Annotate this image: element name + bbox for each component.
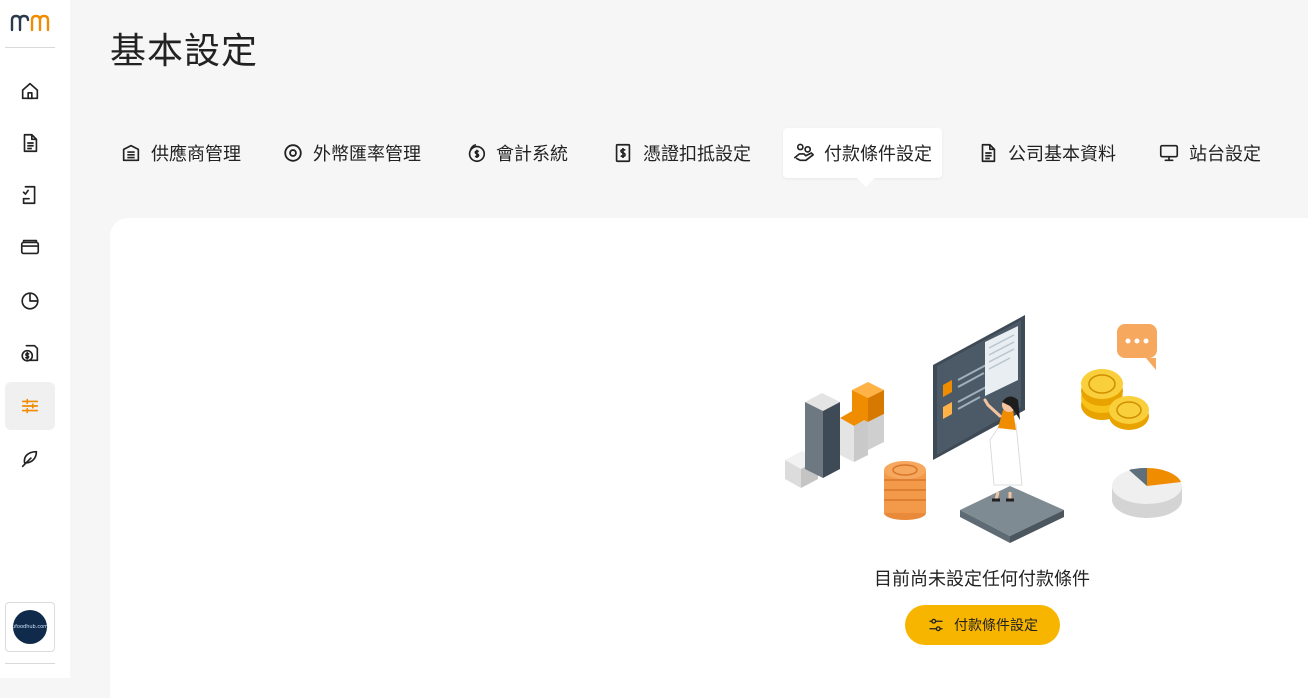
user-avatar-button[interactable]: ufoodhub.com bbox=[5, 602, 55, 652]
home-icon bbox=[21, 82, 39, 100]
tab-label: 外幣匯率管理 bbox=[313, 144, 421, 165]
tab-label: 公司基本資料 bbox=[1008, 144, 1116, 165]
leaf-icon bbox=[21, 450, 38, 468]
sliders-icon bbox=[929, 618, 943, 632]
sidebar-item-reports[interactable] bbox=[5, 277, 55, 325]
empty-state-message: 目前尚未設定任何付款條件 bbox=[874, 569, 1090, 590]
sidebar-divider bbox=[5, 47, 55, 48]
sidebar-item-home[interactable] bbox=[5, 67, 55, 115]
pie-chart-icon bbox=[21, 292, 39, 310]
bank-icon bbox=[122, 144, 140, 162]
dollar-document-icon bbox=[21, 344, 39, 362]
wallet-icon bbox=[20, 239, 40, 255]
tab-accounting-system[interactable]: 會計系統 bbox=[465, 128, 568, 178]
sidebar: ufoodhub.com bbox=[0, 0, 70, 678]
sidebar-item-payments[interactable] bbox=[5, 329, 55, 377]
file-icon bbox=[981, 143, 996, 163]
tab-label: 站台設定 bbox=[1189, 144, 1261, 165]
target-icon bbox=[284, 144, 302, 162]
tab-label: 供應商管理 bbox=[151, 144, 241, 165]
tab-label: 付款條件設定 bbox=[824, 144, 932, 165]
sidebar-item-settings[interactable] bbox=[5, 382, 55, 430]
document-icon bbox=[23, 133, 38, 153]
page-title: 基本設定 bbox=[110, 31, 259, 72]
coins-icon bbox=[468, 143, 486, 163]
sidebar-item-wallet[interactable] bbox=[5, 223, 55, 271]
sidebar-item-eco[interactable] bbox=[5, 435, 55, 483]
hand-coins-icon bbox=[794, 143, 814, 162]
tab-payment-terms[interactable]: 付款條件設定 bbox=[783, 128, 942, 178]
checklist-document-icon bbox=[22, 185, 36, 205]
tab-voucher-deduction[interactable]: 憑證扣抵設定 bbox=[612, 128, 751, 178]
button-label: 付款條件設定 bbox=[954, 618, 1038, 634]
tab-label: 憑證扣抵設定 bbox=[643, 144, 751, 165]
tab-exchange-rate[interactable]: 外幣匯率管理 bbox=[282, 128, 421, 178]
tab-label: 會計系統 bbox=[496, 144, 568, 165]
dollar-receipt-icon bbox=[615, 143, 631, 163]
tab-site-settings[interactable]: 站台設定 bbox=[1158, 128, 1261, 178]
sidebar-item-documents[interactable] bbox=[5, 119, 55, 167]
active-tab-indicator bbox=[857, 178, 875, 187]
tab-company-info[interactable]: 公司基本資料 bbox=[977, 128, 1116, 178]
sidebar-item-checklist[interactable] bbox=[5, 171, 55, 219]
payment-terms-settings-button[interactable]: 付款條件設定 bbox=[905, 605, 1060, 645]
sliders-icon bbox=[21, 398, 39, 414]
empty-state-illustration bbox=[785, 315, 1182, 543]
monitor-icon bbox=[1159, 144, 1179, 162]
brand-logo[interactable] bbox=[10, 12, 52, 34]
tab-supplier-management[interactable]: 供應商管理 bbox=[120, 128, 241, 178]
avatar: ufoodhub.com bbox=[12, 610, 48, 644]
sidebar-divider-bottom bbox=[5, 663, 55, 664]
